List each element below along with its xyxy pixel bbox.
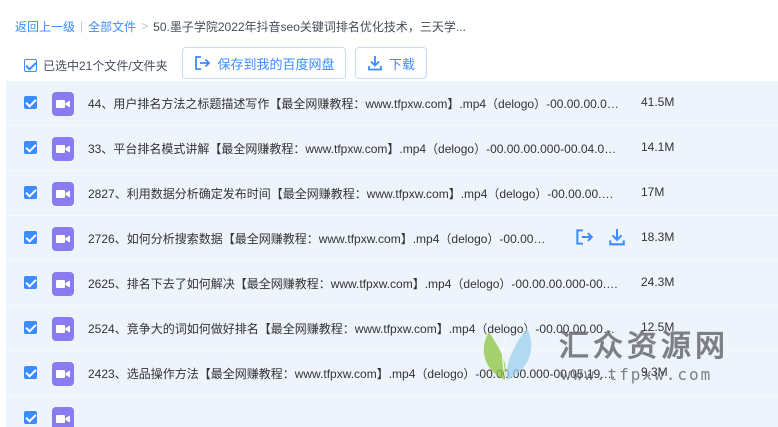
- row-actions: [574, 228, 626, 246]
- file-row[interactable]: 2423、选品操作方法【最全网赚教程：www.tfpxw.com】.mp4（de…: [6, 351, 778, 396]
- video-file-icon: [52, 317, 74, 341]
- file-size: 12.5M: [641, 320, 675, 334]
- file-name[interactable]: 2423、选品操作方法【最全网赚教程：www.tfpxw.com】.mp4（de…: [88, 365, 620, 382]
- file-row[interactable]: 44、用户排名方法之标题描述写作【最全网赚教程：www.tfpxw.com】.m…: [6, 81, 778, 126]
- file-row[interactable]: 33、平台排名模式讲解【最全网赚教程：www.tfpxw.com】.mp4（de…: [6, 126, 778, 171]
- breadcrumb-chevron: >: [141, 19, 149, 33]
- file-checkbox[interactable]: [24, 141, 37, 154]
- video-file-icon: [52, 362, 74, 386]
- all-files-link[interactable]: 全部文件: [88, 18, 136, 35]
- file-checkbox[interactable]: [24, 321, 37, 334]
- file-checkbox[interactable]: [24, 96, 37, 109]
- toolbar: 已选中21个文件/文件夹 保存到我的百度网盘 下载: [0, 44, 778, 84]
- file-row[interactable]: 2827、利用数据分析确定发布时间【最全网赚教程：www.tfpxw.com】.…: [6, 171, 778, 216]
- save-to-disk-icon[interactable]: [574, 228, 594, 246]
- file-name[interactable]: 2726、如何分析搜索数据【最全网赚教程：www.tfpxw.com】.mp4（…: [88, 230, 548, 247]
- select-all-checkbox[interactable]: 已选中21个文件/文件夹: [24, 57, 168, 74]
- file-checkbox[interactable]: [24, 186, 37, 199]
- video-file-icon: [52, 137, 74, 161]
- video-file-icon: [52, 92, 74, 116]
- file-size: 18.3M: [641, 230, 675, 244]
- file-size: 14.1M: [641, 140, 675, 154]
- download-icon: [368, 56, 382, 71]
- file-row[interactable]: 2625、排名下去了如何解决【最全网赚教程：www.tfpxw.com】.mp4…: [6, 261, 778, 306]
- file-row[interactable]: [6, 396, 778, 427]
- download-icon[interactable]: [608, 228, 626, 246]
- file-row[interactable]: 2726、如何分析搜索数据【最全网赚教程：www.tfpxw.com】.mp4（…: [6, 216, 778, 261]
- back-link[interactable]: 返回上一级: [15, 18, 75, 35]
- download-button[interactable]: 下载: [355, 47, 427, 79]
- breadcrumb: 返回上一级 | 全部文件 > 50.墨子学院2022年抖音seo关键词排名优化技…: [15, 17, 466, 35]
- current-folder-name: 50.墨子学院2022年抖音seo关键词排名优化技术，三天学...: [153, 19, 466, 34]
- video-file-icon: [52, 407, 74, 427]
- video-file-icon: [52, 182, 74, 206]
- file-row[interactable]: 2524、竞争大的词如何做好排名【最全网赚教程：www.tfpxw.com】.m…: [6, 306, 778, 351]
- video-file-icon: [52, 272, 74, 296]
- checkbox-icon: [24, 59, 37, 72]
- save-to-netdisk-button[interactable]: 保存到我的百度网盘: [182, 47, 346, 79]
- video-file-icon: [52, 227, 74, 251]
- save-button-label: 保存到我的百度网盘: [217, 56, 335, 72]
- file-name[interactable]: 2827、利用数据分析确定发布时间【最全网赚教程：www.tfpxw.com】.…: [88, 185, 620, 202]
- file-name[interactable]: 33、平台排名模式讲解【最全网赚教程：www.tfpxw.com】.mp4（de…: [88, 140, 620, 157]
- file-checkbox[interactable]: [24, 366, 37, 379]
- file-name[interactable]: 2625、排名下去了如何解决【最全网赚教程：www.tfpxw.com】.mp4…: [88, 275, 620, 292]
- file-size: 24.3M: [641, 275, 675, 289]
- download-button-label: 下载: [388, 56, 415, 72]
- file-name[interactable]: 2524、竞争大的词如何做好排名【最全网赚教程：www.tfpxw.com】.m…: [88, 320, 620, 337]
- selected-count-label: 已选中21个文件/文件夹: [43, 59, 168, 73]
- save-to-disk-icon: [195, 56, 211, 70]
- breadcrumb-divider: |: [80, 19, 84, 33]
- file-size: 41.5M: [641, 95, 675, 109]
- file-checkbox[interactable]: [24, 411, 37, 424]
- file-checkbox[interactable]: [24, 276, 37, 289]
- file-checkbox[interactable]: [24, 231, 37, 244]
- file-size: 17M: [641, 185, 665, 199]
- file-name[interactable]: 44、用户排名方法之标题描述写作【最全网赚教程：www.tfpxw.com】.m…: [88, 95, 620, 112]
- file-size: 9.3M: [641, 365, 668, 379]
- file-list: 44、用户排名方法之标题描述写作【最全网赚教程：www.tfpxw.com】.m…: [6, 81, 778, 427]
